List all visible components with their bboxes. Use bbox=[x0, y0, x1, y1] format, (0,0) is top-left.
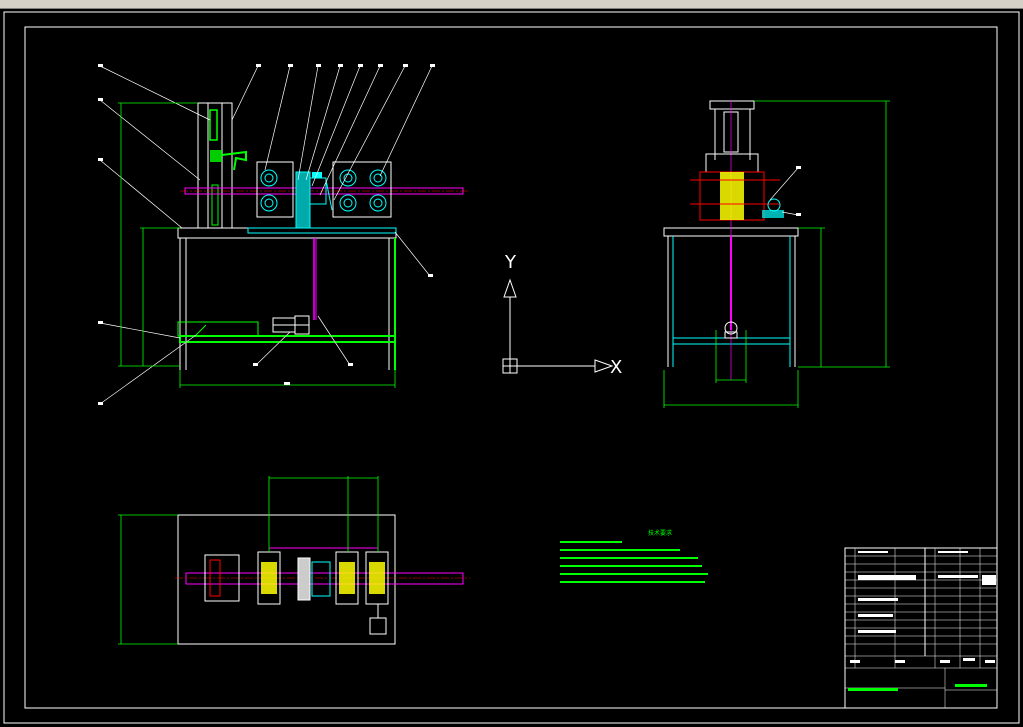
ucs-y-label: Y bbox=[504, 252, 517, 273]
title-block bbox=[844, 547, 998, 709]
tech-requirements: 技术要求 bbox=[560, 529, 708, 583]
front-view bbox=[98, 64, 470, 405]
column bbox=[197, 102, 233, 229]
tech-title: 技术要求 bbox=[648, 529, 672, 537]
side-roller bbox=[720, 172, 744, 220]
side-view bbox=[663, 100, 890, 408]
cad-drawing-canvas[interactable]: Y X 技术要求 bbox=[0, 0, 1023, 727]
lower-shelf bbox=[179, 335, 396, 343]
ucs-x-label: X bbox=[610, 357, 622, 378]
ucs-icon: Y X bbox=[502, 252, 622, 378]
inner-frame bbox=[24, 26, 998, 709]
gear-block bbox=[295, 171, 311, 229]
top-view bbox=[118, 476, 470, 645]
top-shaft bbox=[185, 572, 464, 585]
